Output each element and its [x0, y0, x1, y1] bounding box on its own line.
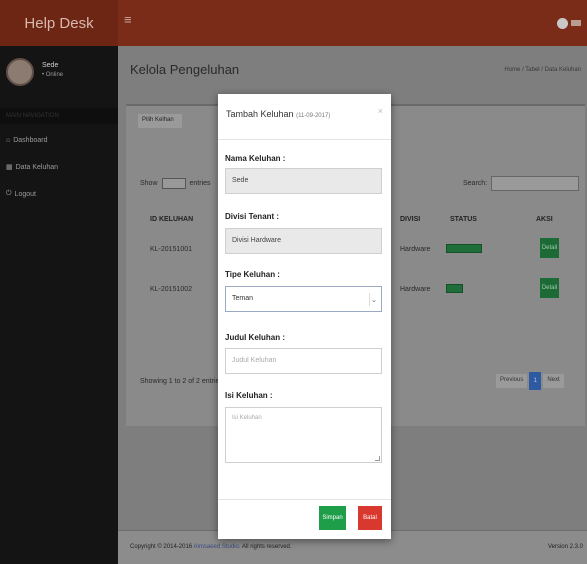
nama-label: Nama Keluhan :	[225, 154, 286, 163]
show-label: Show	[140, 180, 158, 187]
divisi-field[interactable]: Divisi Hardware	[225, 228, 382, 254]
close-icon[interactable]: ×	[378, 106, 383, 116]
status-badge	[446, 244, 482, 253]
cell-divisi: Hardware	[400, 286, 431, 293]
sidebar-item-data-keluhan[interactable]: ▦ Data Keluhan	[0, 156, 118, 178]
power-icon: ⏻	[6, 190, 12, 197]
resize-handle-icon[interactable]	[375, 456, 380, 461]
modal-title-text: Tambah Keluhan	[226, 109, 294, 119]
modal-title: Tambah Keluhan (11-09-2017)	[226, 109, 330, 119]
save-button[interactable]: Simpan	[319, 506, 346, 530]
next-page-button[interactable]: Next	[543, 374, 564, 388]
tipe-label: Tipe Keluhan :	[225, 270, 280, 279]
avatar-icon	[557, 17, 568, 29]
search-input[interactable]	[491, 176, 580, 191]
status-badge	[446, 284, 463, 293]
tab-pilih[interactable]: Pilih Kelhan	[138, 114, 182, 128]
home-icon: ⌂	[6, 136, 11, 144]
page-title: Kelola Pengeluhan	[130, 62, 240, 77]
isi-textarea[interactable]: Isi Keluhan	[225, 407, 382, 463]
detail-button[interactable]: Detail	[540, 238, 559, 258]
copyright-suffix: All rights reserved.	[241, 544, 292, 550]
user-panel: Sede • Online	[0, 46, 118, 106]
chevron-down-icon: ⌄	[369, 293, 378, 306]
nav-header: MAIN NAVIGATION	[0, 108, 118, 124]
sidebar: Sede • Online MAIN NAVIGATION ⌂ Dashboar…	[0, 46, 118, 564]
entries-label: entries	[189, 180, 211, 187]
detail-button[interactable]: Detail	[540, 278, 559, 298]
cell-divisi: Hardware	[400, 246, 431, 253]
user-name: Sede	[42, 62, 59, 69]
isi-label: Isi Keluhan :	[225, 391, 273, 400]
table-icon: ▦	[6, 164, 13, 171]
search-control: Search:	[463, 176, 580, 191]
isi-placeholder: Isi Keluhan	[232, 415, 262, 421]
modal-header: Tambah Keluhan (11-09-2017) ×	[218, 94, 391, 140]
col-aksi[interactable]: AKSI	[536, 216, 553, 223]
sidebar-item-logout[interactable]: ⏻ Logout	[0, 183, 118, 205]
judul-label: Judul Keluhan :	[225, 333, 285, 342]
cancel-button[interactable]: Batal	[358, 506, 382, 530]
table-info: Showing 1 to 2 of 2 entries	[140, 378, 223, 385]
sidebar-item-dashboard[interactable]: ⌂ Dashboard	[0, 129, 118, 151]
modal-date: (11-09-2017)	[296, 113, 331, 119]
add-complaint-modal: Tambah Keluhan (11-09-2017) × Nama Keluh…	[218, 94, 391, 539]
sidebar-item-label: Dashboard	[13, 136, 48, 144]
top-navbar: Help Desk ≡	[0, 0, 587, 46]
copyright-link[interactable]: Almsaeed Studio.	[193, 544, 240, 550]
brand-logo[interactable]: Help Desk	[0, 0, 118, 46]
length-control: Show entries	[140, 178, 211, 189]
user-name-stub	[571, 20, 581, 26]
avatar	[6, 58, 34, 86]
hamburger-icon[interactable]: ≡	[124, 12, 132, 27]
pagination: Previous 1 Next	[496, 372, 564, 390]
copyright-prefix: Copyright © 2014-2016	[130, 544, 193, 550]
divisi-label: Divisi Tenant :	[225, 212, 280, 221]
version-label: Version 2.3.0	[547, 544, 583, 550]
user-status: • Online	[42, 72, 64, 78]
judul-field[interactable]: Judul Keluhan	[225, 348, 382, 374]
sidebar-item-label: Logout	[14, 190, 36, 198]
entries-select[interactable]	[161, 178, 186, 189]
breadcrumb[interactable]: Home / Tabel / Data Keluhan	[504, 67, 581, 73]
cell-id: KL-20151002	[150, 286, 193, 293]
col-divisi[interactable]: DIVISI	[400, 216, 420, 223]
tipe-select[interactable]: Teman ⌄	[225, 286, 382, 312]
page-1-button[interactable]: 1	[529, 372, 542, 390]
user-menu[interactable]	[557, 14, 587, 32]
modal-footer	[218, 499, 391, 500]
copyright: Copyright © 2014-2016 Almsaeed Studio. A…	[130, 544, 292, 550]
sidebar-item-label: Data Keluhan	[15, 163, 59, 171]
search-label: Search:	[463, 180, 488, 187]
col-status[interactable]: STATUS	[450, 216, 477, 223]
col-id-keluhan[interactable]: ID KELUHAN	[150, 216, 193, 223]
cell-id: KL-20151001	[150, 246, 193, 253]
tipe-selected: Teman	[232, 295, 254, 302]
prev-page-button[interactable]: Previous	[496, 374, 528, 388]
nama-field[interactable]: Sede	[225, 168, 382, 194]
